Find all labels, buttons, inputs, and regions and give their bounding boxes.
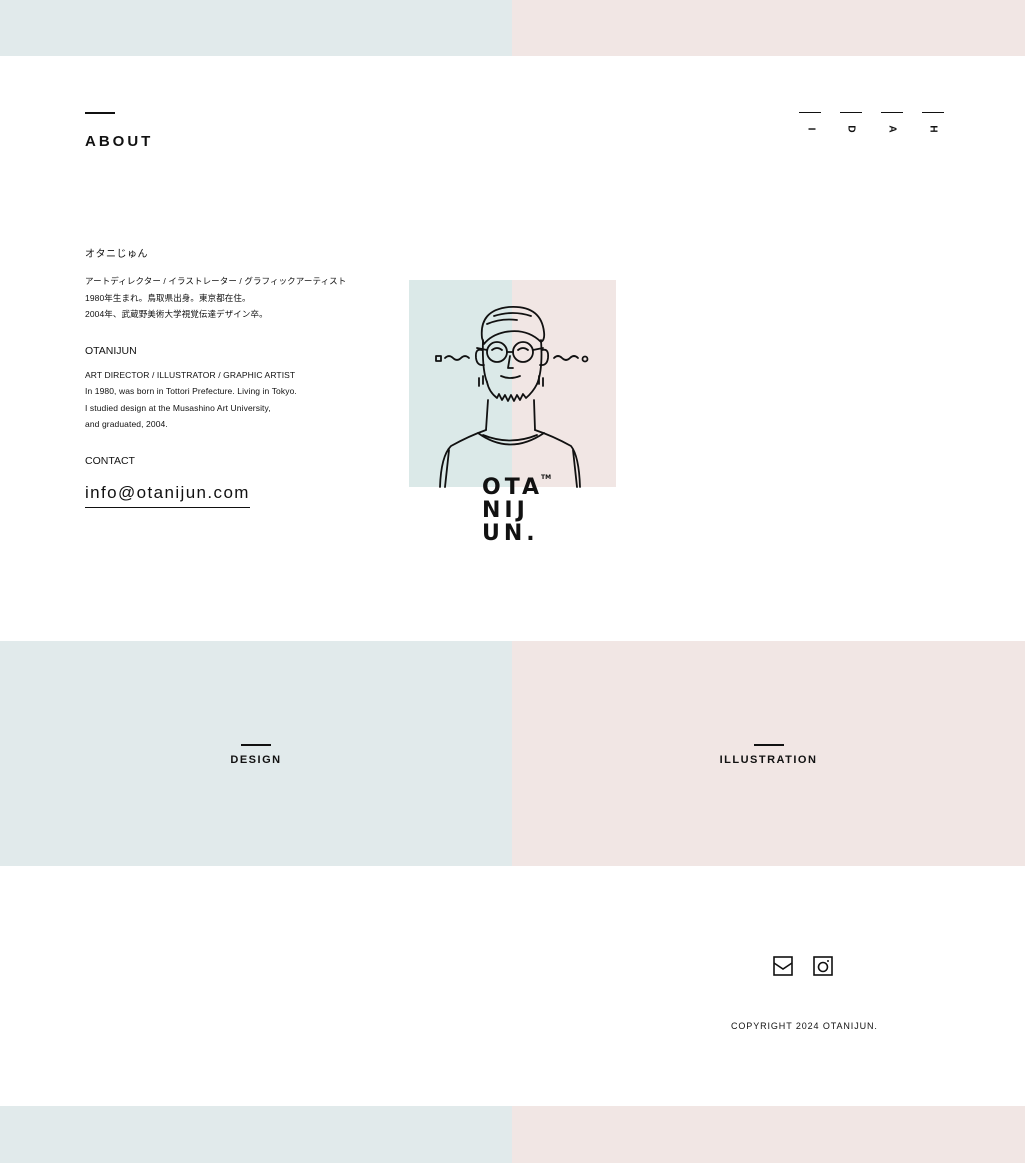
profile-english: OTANIJUN ART DIRECTOR / ILLUSTRATOR / GR… bbox=[85, 345, 385, 433]
bottom-color-band bbox=[0, 1106, 1025, 1163]
profile-en-line: and graduated, 2004. bbox=[85, 419, 168, 429]
contact-block: CONTACT info@otanijun.com bbox=[85, 455, 385, 508]
side-nav-item-a[interactable]: A bbox=[881, 112, 903, 134]
heading-rule bbox=[85, 112, 115, 114]
side-nav-rule bbox=[922, 112, 944, 113]
side-nav-letter: A bbox=[886, 125, 898, 133]
profile-name-en: OTANIJUN bbox=[85, 344, 137, 357]
side-nav-letter: H bbox=[927, 125, 939, 133]
bottom-band-pink bbox=[512, 1106, 1025, 1163]
illustration-tile-label: ILLUSTRATION bbox=[719, 754, 818, 766]
side-nav-rule bbox=[881, 112, 903, 113]
profile-japanese: オタニじゅん アートディレクター / イラストレーター / グラフィックアーティ… bbox=[85, 245, 385, 323]
illustration-tile-rule bbox=[753, 744, 784, 746]
profile-name-ja: オタニじゅん bbox=[85, 249, 148, 260]
instagram-icon[interactable] bbox=[812, 955, 834, 982]
top-band-blue bbox=[0, 0, 512, 56]
portrait-drawing: OTA NIJ UN. TM bbox=[435, 306, 589, 546]
email-link[interactable]: info@otanijun.com bbox=[85, 483, 250, 508]
logo-line: OTA bbox=[482, 475, 543, 500]
profile-en-line: ART DIRECTOR / ILLUSTRATOR / GRAPHIC ART… bbox=[85, 369, 296, 380]
side-nav-rule bbox=[840, 112, 862, 113]
side-nav-letter: D bbox=[845, 125, 857, 133]
design-category-tile[interactable]: DESIGN bbox=[0, 641, 512, 866]
side-nav-item-d[interactable]: D bbox=[840, 112, 862, 134]
profile-ja-line: 2004年、武蔵野美術大学視覚伝達デザイン卒。 bbox=[85, 309, 268, 319]
page-title: ABOUT bbox=[85, 133, 154, 150]
logo-trademark: TM bbox=[541, 474, 551, 481]
portrait-illustration: OTA NIJ UN. TM bbox=[409, 280, 616, 546]
logo-line: NIJ bbox=[482, 498, 529, 523]
logo-line: UN. bbox=[482, 521, 539, 546]
bottom-band-blue bbox=[0, 1106, 512, 1163]
about-page: ABOUT I D A H オタニじゅん アートディレクター / イラストレータ… bbox=[0, 0, 1025, 1163]
side-nav-letter: I bbox=[805, 127, 816, 131]
top-color-band bbox=[0, 0, 1025, 56]
top-band-pink bbox=[512, 0, 1025, 56]
profile-en-line: I studied design at the Musashino Art Un… bbox=[85, 402, 271, 413]
illustration-category-tile[interactable]: ILLUSTRATION bbox=[512, 641, 1025, 866]
copyright: COPYRIGHT 2024 OTANIJUN. bbox=[731, 1021, 878, 1031]
contact-label: CONTACT bbox=[85, 454, 135, 467]
side-nav-item-i[interactable]: I bbox=[799, 112, 821, 134]
side-nav-rule bbox=[799, 112, 821, 113]
side-nav-item-h[interactable]: H bbox=[922, 112, 944, 134]
profile-ja-line: 1980年生まれ。鳥取県出身。東京都在住。 bbox=[85, 292, 251, 303]
design-tile-rule bbox=[241, 744, 271, 746]
mail-icon[interactable] bbox=[772, 955, 794, 982]
section-heading: ABOUT bbox=[85, 112, 153, 150]
profile-ja-line: アートディレクター / イラストレーター / グラフィックアーティスト bbox=[85, 276, 347, 286]
profile-text: オタニじゅん アートディレクター / イラストレーター / グラフィックアーティ… bbox=[85, 245, 385, 508]
profile-en-line: In 1980, was born in Tottori Prefecture.… bbox=[85, 386, 297, 396]
design-tile-label: DESIGN bbox=[230, 754, 282, 766]
